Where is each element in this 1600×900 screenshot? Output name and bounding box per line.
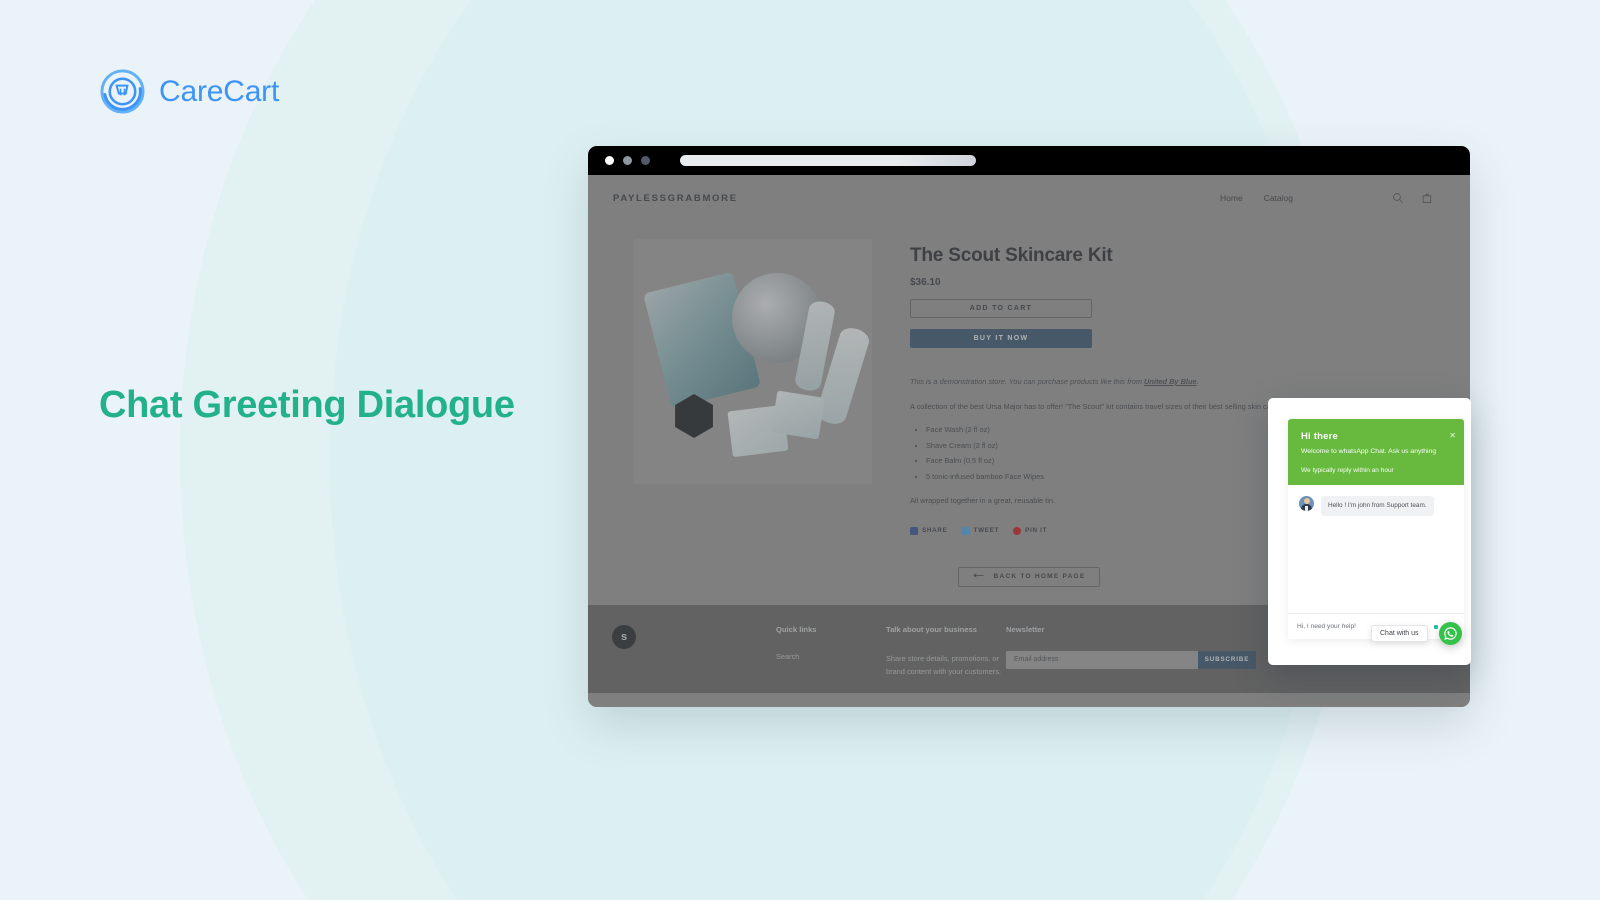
chat-panel: Hi there Welcome to whatsApp Chat. Ask u… xyxy=(1288,419,1464,639)
talk-body: Share store details, promotions, or bran… xyxy=(886,653,1002,677)
demo-store-note: This is a demonstration store. You can p… xyxy=(910,375,1424,389)
traffic-light-close[interactable] xyxy=(605,156,614,165)
email-field[interactable]: Email address xyxy=(1006,650,1198,669)
quick-links-heading: Quick links xyxy=(776,624,817,634)
product-title: The Scout Skincare Kit xyxy=(910,245,1113,266)
back-to-home-button[interactable]: BACK TO HOME PAGE xyxy=(957,566,1101,587)
add-to-cart-button[interactable]: ADD TO CART xyxy=(910,299,1092,318)
talk-heading: Talk about your business xyxy=(886,624,978,634)
twitter-icon xyxy=(961,526,970,535)
arrow-left-icon xyxy=(973,573,986,580)
shopify-bag-icon: s xyxy=(612,624,636,649)
product-image[interactable] xyxy=(634,239,872,484)
nav-item-catalog[interactable]: Catalog xyxy=(1264,193,1293,203)
nav-item-home[interactable]: Home xyxy=(1220,193,1243,203)
agent-avatar xyxy=(1299,495,1314,511)
share-twitter-button[interactable]: TWEET xyxy=(961,526,1000,535)
chat-launcher-tooltip[interactable]: Chat with us xyxy=(1371,625,1428,642)
whatsapp-icon[interactable] xyxy=(1439,622,1462,645)
share-pinterest-label: PIN IT xyxy=(1025,527,1048,535)
facebook-icon xyxy=(910,526,918,535)
buy-it-now-button[interactable]: BUY IT NOW xyxy=(910,329,1092,348)
store-header: PAYLESSGRABMORE Home Catalog xyxy=(588,175,1470,221)
pinterest-icon xyxy=(1013,526,1022,535)
address-bar[interactable] xyxy=(680,155,976,166)
product-sachet-b xyxy=(771,390,825,440)
share-facebook-label: SHARE xyxy=(922,527,948,535)
search-icon[interactable] xyxy=(1392,192,1404,204)
carecart-circle-cart-icon xyxy=(99,68,146,115)
traffic-light-maximize[interactable] xyxy=(641,156,650,165)
newsletter-form: Email address SUBSCRIBE xyxy=(1006,650,1256,669)
back-to-home-label: BACK TO HOME PAGE xyxy=(993,573,1086,581)
emoji-icon[interactable] xyxy=(1434,624,1438,629)
share-facebook-button[interactable]: SHARE xyxy=(910,526,948,535)
traffic-light-minimize[interactable] xyxy=(623,156,632,165)
chat-widget: Hi there Welcome to whatsApp Chat. Ask u… xyxy=(1268,398,1471,665)
store-nav: Home Catalog xyxy=(1220,192,1433,204)
demo-note-line2: from xyxy=(1127,377,1145,386)
newsletter-heading: Newsletter xyxy=(1006,624,1045,634)
footer-newsletter: Newsletter Email address SUBSCRIBE xyxy=(1006,625,1256,693)
list-item: Hello ! I'm john from Support team. xyxy=(1299,495,1453,517)
chat-message-list: Hello ! I'm john from Support team. xyxy=(1288,484,1464,613)
header-icons xyxy=(1392,192,1433,204)
footer-about: Talk about your business Share store det… xyxy=(886,625,1006,693)
chat-header: Hi there Welcome to whatsApp Chat. Ask u… xyxy=(1288,419,1464,485)
demo-note-line1: This is a demonstration store. You can p… xyxy=(910,377,1126,386)
brand-logo: CareCart xyxy=(99,68,279,115)
store-logo[interactable]: PAYLESSGRABMORE xyxy=(613,193,738,204)
brand-name: CareCart xyxy=(159,74,280,108)
chat-greeting-title: Hi there xyxy=(1301,431,1338,442)
agent-message-bubble: Hello ! I'm john from Support team. xyxy=(1321,495,1434,517)
footer-quick-links: Quick links Search xyxy=(776,625,886,693)
close-icon[interactable]: ✕ xyxy=(1449,432,1456,440)
browser-titlebar xyxy=(588,146,1470,175)
cart-icon[interactable] xyxy=(1421,192,1433,204)
subscribe-button[interactable]: SUBSCRIBE xyxy=(1198,650,1256,669)
share-twitter-label: TWEET xyxy=(973,527,1000,535)
chat-reply-time: We typically reply within an hour xyxy=(1301,466,1394,474)
united-by-blue-link[interactable]: United By Blue xyxy=(1144,377,1197,386)
chat-greeting-subtitle: Welcome to whatsApp Chat. Ask us anythin… xyxy=(1301,448,1437,455)
product-price: $36.10 xyxy=(910,277,941,288)
share-pinterest-button[interactable]: PIN IT xyxy=(1013,526,1048,535)
demo-note-end: . xyxy=(1196,377,1199,386)
footer-link-search[interactable]: Search xyxy=(776,652,886,661)
page-title: Chat Greeting Dialogue xyxy=(99,384,515,426)
